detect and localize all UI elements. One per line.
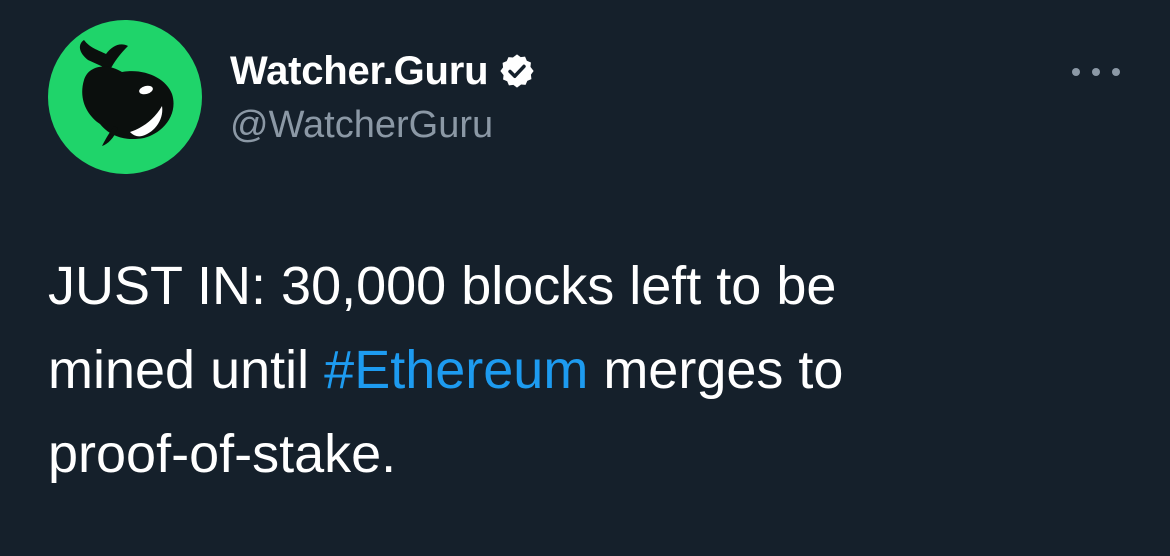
author-handle[interactable]: @WatcherGuru xyxy=(230,104,493,147)
tweet-text-line-2-before: mined until xyxy=(48,340,325,400)
orca-whale-icon xyxy=(79,40,174,146)
more-dot xyxy=(1072,68,1080,76)
tweet-text-line-1: JUST IN: 30,000 blocks left to be xyxy=(48,256,837,316)
more-dot xyxy=(1112,68,1120,76)
author-name-row[interactable]: Watcher.Guru xyxy=(230,48,536,94)
more-horizontal-icon[interactable] xyxy=(1072,60,1120,84)
tweet-text: JUST IN: 30,000 blocks left to be mined … xyxy=(48,244,1128,496)
tweet-text-line-2: mined until #Ethereum merges to xyxy=(48,328,1128,412)
more-dot xyxy=(1092,68,1100,76)
author-avatar[interactable] xyxy=(48,20,202,174)
tweet-text-line-3: proof-of-stake. xyxy=(48,424,397,484)
verified-badge-icon xyxy=(498,52,536,90)
author-display-name[interactable]: Watcher.Guru xyxy=(230,49,489,94)
tweet-text-line-2-after: merges to xyxy=(588,340,844,400)
tweet-card: Watcher.Guru @WatcherGuru JUST IN: 30,00… xyxy=(0,0,1170,556)
hashtag-link[interactable]: #Ethereum xyxy=(324,340,588,400)
